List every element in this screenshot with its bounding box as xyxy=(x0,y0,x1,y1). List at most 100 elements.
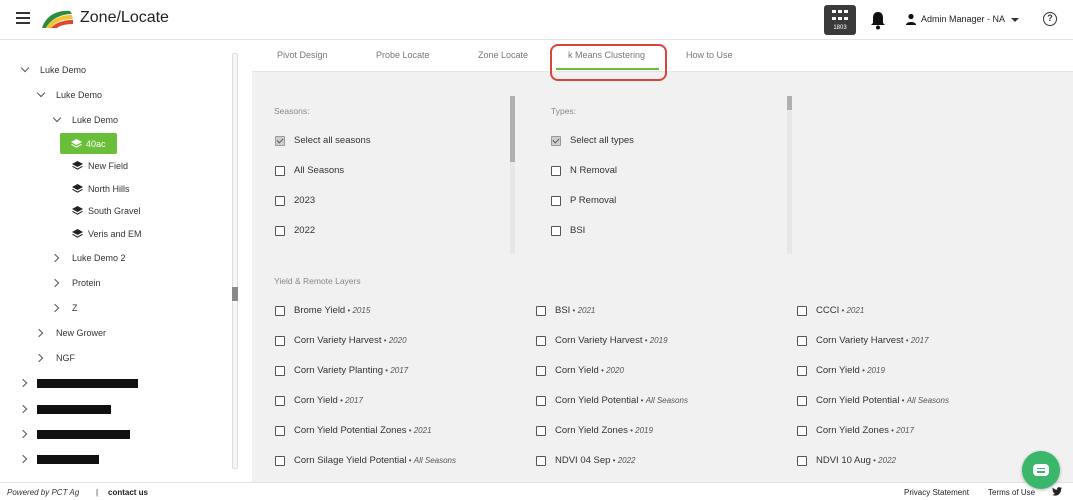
checkbox-box[interactable] xyxy=(797,366,807,376)
tab-zone-locate[interactable]: Zone Locate xyxy=(478,50,528,60)
checkbox-box[interactable] xyxy=(551,136,561,146)
chevron-down-icon[interactable] xyxy=(36,88,46,98)
tab-how-to-use[interactable]: How to Use xyxy=(686,50,733,60)
checkbox-box[interactable] xyxy=(275,166,285,176)
checkbox-box[interactable] xyxy=(275,226,285,236)
chevron-right-icon[interactable] xyxy=(34,328,44,338)
tree-item-luke-demo-sub[interactable]: Luke Demo xyxy=(56,90,102,100)
privacy-statement-link[interactable]: Privacy Statement xyxy=(904,488,969,497)
checkbox-label: 2023 xyxy=(294,195,316,206)
sidebar-scrollbar[interactable] xyxy=(232,53,238,469)
layer-name: Corn Silage Yield Potential xyxy=(294,455,407,466)
tree-item-veris-and-em[interactable]: Veris and EM xyxy=(88,229,142,239)
tab-probe-locate[interactable]: Probe Locate xyxy=(376,50,430,60)
checkbox-box[interactable] xyxy=(797,396,807,406)
checkbox-box[interactable] xyxy=(551,226,561,236)
sidebar-scrollbar-thumb[interactable] xyxy=(232,287,238,301)
types-scrollbar[interactable] xyxy=(787,96,792,254)
tree-item-south-gravel[interactable]: South Gravel xyxy=(88,206,141,216)
chevron-right-icon[interactable] xyxy=(50,253,60,263)
layer-season: 2022 xyxy=(617,456,636,465)
contact-us-link[interactable]: contact us xyxy=(108,488,148,497)
layer-season: 2021 xyxy=(577,306,596,315)
layer-season: 2017 xyxy=(390,366,409,375)
chevron-right-icon[interactable] xyxy=(50,278,60,288)
apps-grid-button[interactable]: 1803 xyxy=(824,5,856,35)
checkbox-box[interactable] xyxy=(536,366,546,376)
terms-of-use-link[interactable]: Terms of Use xyxy=(988,488,1035,497)
seasons-scrollbar[interactable] xyxy=(510,96,515,254)
layer-season: 2017 xyxy=(896,426,914,435)
tree-item-north-hills[interactable]: North Hills xyxy=(88,184,130,194)
layer-label: Corn Yield • 2017 xyxy=(294,395,363,406)
checkbox-box[interactable] xyxy=(275,136,285,146)
scrollbar-thumb[interactable] xyxy=(510,96,515,162)
layer-separator: • xyxy=(610,456,618,465)
chevron-right-icon[interactable] xyxy=(18,378,28,388)
tree-item-new-grower[interactable]: New Grower xyxy=(56,328,106,338)
checkbox-box[interactable] xyxy=(797,426,807,436)
layer-label: NDVI 10 Aug • 2022 xyxy=(816,455,896,466)
layer-name: CCCI xyxy=(816,305,840,316)
layer-name: NDVI 04 Sep xyxy=(555,455,611,466)
layer-label: Corn Yield • 2019 xyxy=(816,365,885,376)
checkbox-box[interactable] xyxy=(536,336,546,346)
layer-name: Corn Yield Zones xyxy=(555,425,628,436)
chat-button[interactable] xyxy=(1022,451,1060,489)
tab-pivot-design[interactable]: Pivot Design xyxy=(277,50,328,60)
tree-item-luke-demo-2[interactable]: Luke Demo 2 xyxy=(72,253,126,263)
help-icon[interactable]: ? xyxy=(1043,12,1057,26)
chevron-right-icon[interactable] xyxy=(18,404,28,414)
checkbox-box[interactable] xyxy=(275,426,285,436)
checkbox-box[interactable] xyxy=(536,306,546,316)
user-menu[interactable]: Admin Manager - NA xyxy=(921,14,1005,24)
checkbox-label: Select all types xyxy=(570,135,634,146)
chevron-down-icon[interactable] xyxy=(1011,18,1019,22)
layer-season: All Seasons xyxy=(413,456,456,465)
chevron-right-icon[interactable] xyxy=(18,454,28,464)
chevron-right-icon[interactable] xyxy=(34,353,44,363)
checkbox-box[interactable] xyxy=(536,456,546,466)
checkbox-box[interactable] xyxy=(275,336,285,346)
checkbox-box[interactable] xyxy=(536,426,546,436)
tree-item-new-field[interactable]: New Field xyxy=(88,161,128,171)
checkbox-box[interactable] xyxy=(797,456,807,466)
checkbox-box[interactable] xyxy=(275,456,285,466)
checkbox-box[interactable] xyxy=(275,396,285,406)
powered-by-text: Powered by PCT Ag xyxy=(7,488,80,497)
layer-name: Corn Yield Potential xyxy=(555,395,639,406)
yield-remote-layers-label: Yield & Remote Layers xyxy=(274,276,361,286)
layer-name: Corn Yield xyxy=(294,395,338,406)
checkbox-box[interactable] xyxy=(797,306,807,316)
layer-label: Corn Silage Yield Potential • All Season… xyxy=(294,455,456,466)
checkbox-box[interactable] xyxy=(551,166,561,176)
menu-icon[interactable] xyxy=(16,12,30,24)
checkbox-box[interactable] xyxy=(536,396,546,406)
layer-season: All Seasons xyxy=(645,396,688,405)
chevron-right-icon[interactable] xyxy=(50,303,60,313)
layers-icon xyxy=(72,184,83,193)
notification-bell-icon[interactable] xyxy=(869,10,887,30)
seasons-label: Seasons: xyxy=(274,106,310,116)
tree-item-40ac-selected[interactable]: 40ac xyxy=(60,133,117,154)
scrollbar-thumb[interactable] xyxy=(787,96,792,110)
types-label: Types: xyxy=(551,106,577,116)
tree-item-protein[interactable]: Protein xyxy=(72,278,101,288)
layer-label: Corn Yield Potential • All Seasons xyxy=(555,395,688,406)
tree-item-luke-demo[interactable]: Luke Demo xyxy=(40,65,86,75)
layer-separator: • xyxy=(598,366,607,375)
twitter-icon[interactable] xyxy=(1052,487,1062,496)
layer-season: 2019 xyxy=(635,426,653,435)
layer-season: 2020 xyxy=(606,366,624,375)
tree-item-ngf[interactable]: NGF xyxy=(56,353,75,363)
checkbox-box[interactable] xyxy=(275,306,285,316)
checkbox-box[interactable] xyxy=(551,196,561,206)
chevron-right-icon[interactable] xyxy=(18,429,28,439)
chevron-down-icon[interactable] xyxy=(52,113,62,123)
checkbox-box[interactable] xyxy=(797,336,807,346)
checkbox-box[interactable] xyxy=(275,196,285,206)
tree-item-z[interactable]: Z xyxy=(72,303,78,313)
tree-item-luke-demo-farm[interactable]: Luke Demo xyxy=(72,115,118,125)
chevron-down-icon[interactable] xyxy=(20,63,30,73)
checkbox-box[interactable] xyxy=(275,366,285,376)
